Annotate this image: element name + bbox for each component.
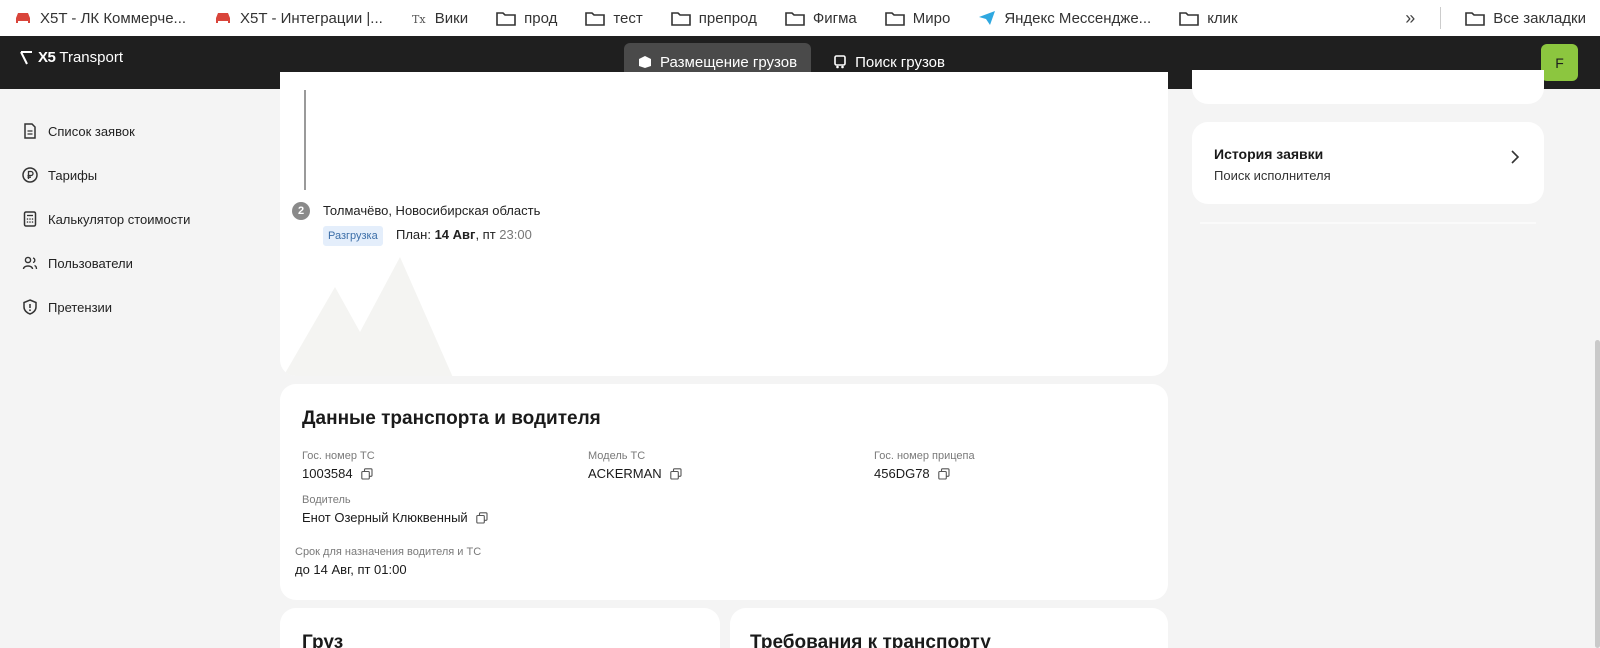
users-icon <box>22 256 38 270</box>
bookmark-item[interactable]: Яндекс Мессендже... <box>964 10 1165 27</box>
folder-icon <box>1465 12 1486 26</box>
car-icon <box>216 13 231 23</box>
bookmark-item[interactable]: тест <box>571 10 656 27</box>
right-top-card <box>1192 70 1544 104</box>
model-value: ACKERMAN <box>588 466 682 481</box>
car-icon <box>16 13 30 23</box>
mountains-illustration <box>283 257 453 376</box>
bookmarks-right: » Все закладки <box>1390 0 1600 36</box>
bookmark-item[interactable]: X5T - Интеграции |... <box>200 10 397 27</box>
copy-icon[interactable] <box>937 467 950 480</box>
history-subtitle: Поиск исполнителя <box>1214 168 1331 183</box>
all-bookmarks-button[interactable]: Все закладки <box>1451 10 1600 27</box>
route-stop-number: 2 <box>292 202 310 220</box>
wiki-icon: Tx <box>412 13 426 26</box>
shield-icon <box>23 299 37 315</box>
truck-icon <box>834 55 846 69</box>
bookmark-item[interactable]: препрод <box>657 10 771 27</box>
paper-plane-icon <box>979 11 996 25</box>
sidebar-item-tariffs[interactable]: Тарифы <box>22 167 97 183</box>
trailer-label: Гос. номер прицепа <box>874 450 975 462</box>
sidebar: Список заявок Тарифы Калькулятор стоимос… <box>0 89 240 648</box>
sidebar-item-users[interactable]: Пользователи <box>22 255 133 271</box>
svg-text:Tx: Tx <box>412 13 426 26</box>
logo[interactable]: X5 Transport <box>20 49 123 66</box>
scrollbar[interactable] <box>1595 340 1600 648</box>
divider <box>1440 7 1442 29</box>
folder-icon <box>785 12 805 26</box>
folder-icon <box>585 12 606 26</box>
transport-requirements-card: Требования к транспорту <box>730 608 1168 648</box>
ruble-icon <box>22 167 38 183</box>
sidebar-item-claims[interactable]: Претензии <box>22 299 112 315</box>
driver-value: Енот Озерный Клюквенный <box>302 510 488 525</box>
section-title: Груз <box>302 632 344 648</box>
logo-mark: X5 <box>38 49 56 66</box>
history-title: История заявки <box>1214 146 1324 162</box>
bookmark-item[interactable]: клик <box>1165 10 1251 27</box>
vehicle-number-label: Гос. номер ТС <box>302 450 375 462</box>
section-title: Требования к транспорту <box>750 632 991 648</box>
bookmark-item[interactable]: Миро <box>871 10 965 27</box>
folder-icon <box>496 12 516 26</box>
copy-icon[interactable] <box>360 467 373 480</box>
document-icon <box>24 123 36 139</box>
logo-icon <box>20 50 32 64</box>
route-line <box>304 90 306 190</box>
route-card: 2 Толмачёво, Новосибирская область Разгр… <box>280 72 1168 376</box>
route-place: Толмачёво, Новосибирская область <box>323 203 541 218</box>
folder-icon <box>1179 12 1199 26</box>
bookmark-item[interactable]: Tx Вики <box>397 10 482 27</box>
trailer-value: 456DG78 <box>874 466 950 481</box>
divider <box>1200 222 1536 224</box>
chevron-right-icon <box>1511 150 1520 164</box>
bookmarks-bar: X5T - ЛК Коммерче... X5T - Интеграции |.… <box>0 0 1600 36</box>
cargo-card: Груз <box>280 608 720 648</box>
copy-icon[interactable] <box>475 511 488 524</box>
request-history-card[interactable]: История заявки Поиск исполнителя <box>1192 122 1544 204</box>
deadline-label: Срок для назначения водителя и ТС <box>295 546 482 558</box>
sidebar-item-requests[interactable]: Список заявок <box>22 123 135 139</box>
section-title: Данные транспорта и водителя <box>302 408 601 429</box>
bookmark-item[interactable]: Фигма <box>771 10 871 27</box>
vehicle-number-value: 1003584 <box>302 466 373 481</box>
deadline-value: до 14 Авг, пт 01:00 <box>295 562 407 577</box>
bookmark-item[interactable]: прод <box>482 10 571 27</box>
box-icon <box>639 56 651 68</box>
sidebar-item-calculator[interactable]: Калькулятор стоимости <box>22 211 190 227</box>
bookmarks-more-button[interactable]: » <box>1390 8 1430 29</box>
model-label: Модель ТС <box>588 450 646 462</box>
calculator-icon <box>23 211 37 227</box>
folder-icon <box>884 12 905 26</box>
logo-text: Transport <box>59 49 123 66</box>
driver-label: Водитель <box>302 494 351 506</box>
folder-icon <box>670 12 691 26</box>
transport-driver-card: Данные транспорта и водителя Гос. номер … <box>280 384 1168 600</box>
bookmark-item[interactable]: X5T - ЛК Коммерче... <box>0 10 200 27</box>
avatar[interactable]: F <box>1541 44 1578 81</box>
copy-icon[interactable] <box>669 467 682 480</box>
